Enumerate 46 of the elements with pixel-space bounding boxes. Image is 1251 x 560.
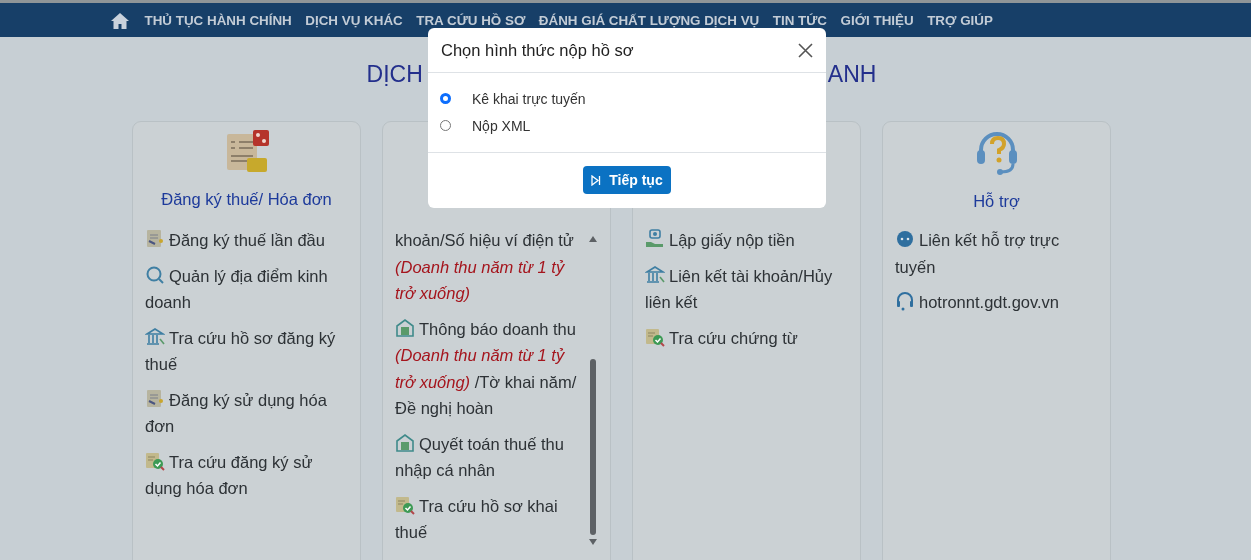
service-link[interactable]: khoản/Số hiệu ví điện tử (Doanh thu năm từ 1 tỷ trở xuống) bbox=[395, 227, 584, 307]
close-icon[interactable] bbox=[798, 42, 813, 58]
search-icon bbox=[145, 264, 165, 285]
radio-label[interactable]: Kê khai trực tuyến bbox=[472, 90, 586, 107]
bank-icon bbox=[645, 264, 665, 285]
service-link[interactable]: Tra cứu hồ sơ khai thuế bbox=[395, 492, 584, 546]
service-link[interactable]: Đăng ký thuế lần đầu bbox=[145, 227, 348, 254]
service-link[interactable]: Quản lý địa điểm kinh doanh bbox=[145, 262, 348, 316]
nav-link[interactable]: TIN TỨC bbox=[772, 12, 827, 28]
document-check-icon bbox=[145, 450, 165, 471]
service-link[interactable]: Thông báo doanh thu (Doanh thu năm từ 1 tỷ trở xuống) /Tờ khai năm/ Đề nghị hoàn bbox=[395, 315, 584, 422]
hand-money-icon bbox=[645, 229, 665, 249]
continue-button[interactable]: Tiếp tục bbox=[583, 166, 671, 194]
service-link[interactable]: hotronnt.gdt.gov.vn bbox=[895, 289, 1098, 316]
house-icon bbox=[395, 317, 415, 338]
service-link[interactable]: Đăng ký sử dụng hóa đơn bbox=[145, 386, 348, 440]
service-link[interactable]: Quyết toán thuế thu nhập cá nhân bbox=[395, 430, 584, 484]
service-link[interactable]: Tra cứu hồ sơ đăng ký thuế bbox=[145, 324, 348, 378]
chat-bubble-icon bbox=[895, 229, 915, 249]
house-icon bbox=[395, 432, 415, 453]
play-icon bbox=[591, 174, 602, 186]
headset-icon bbox=[895, 291, 915, 311]
service-link[interactable]: Liên kết hỗ trợ trực tuyến bbox=[895, 227, 1098, 280]
radio-button[interactable] bbox=[440, 93, 451, 104]
service-link[interactable]: Lập giấy nộp tiền bbox=[645, 227, 848, 254]
nav-link[interactable]: TRỢ GIÚP bbox=[927, 12, 993, 28]
home-icon[interactable] bbox=[111, 11, 129, 29]
dialog-title: Chọn hình thức nộp hồ sơ bbox=[441, 40, 634, 60]
nav-link[interactable]: TRA CỨU HỒ SƠ bbox=[416, 12, 526, 28]
nav-link[interactable]: GIỚI THIỆU bbox=[840, 12, 914, 28]
document-check-icon bbox=[645, 326, 665, 347]
card-title: Hỗ trợ bbox=[973, 192, 1020, 211]
nav-link[interactable]: ĐÁNH GIÁ CHẤT LƯỢNG DỊCH VỤ bbox=[538, 12, 760, 28]
nav-link[interactable]: DỊCH VỤ KHÁC bbox=[305, 12, 403, 28]
document-check-icon bbox=[395, 494, 415, 515]
nav-link[interactable]: THỦ TỤC HÀNH CHÍNH bbox=[144, 12, 292, 28]
service-link[interactable]: Tra cứu đăng ký sử dụng hóa đơn bbox=[145, 448, 348, 502]
service-link[interactable]: Tra cứu chứng từ bbox=[645, 324, 848, 351]
document-pen-icon bbox=[145, 229, 165, 249]
service-link[interactable]: Liên kết tài khoản/Hủy liên kết bbox=[645, 262, 848, 316]
card-title: Đăng ký thuế/ Hóa đơn bbox=[161, 190, 332, 209]
document-pen-icon bbox=[145, 388, 165, 409]
bank-icon bbox=[145, 326, 165, 347]
radio-label[interactable]: Nộp XML bbox=[472, 117, 531, 134]
page-heading: DỊCH bbox=[366, 60, 423, 89]
page-heading: ANH bbox=[827, 60, 877, 89]
